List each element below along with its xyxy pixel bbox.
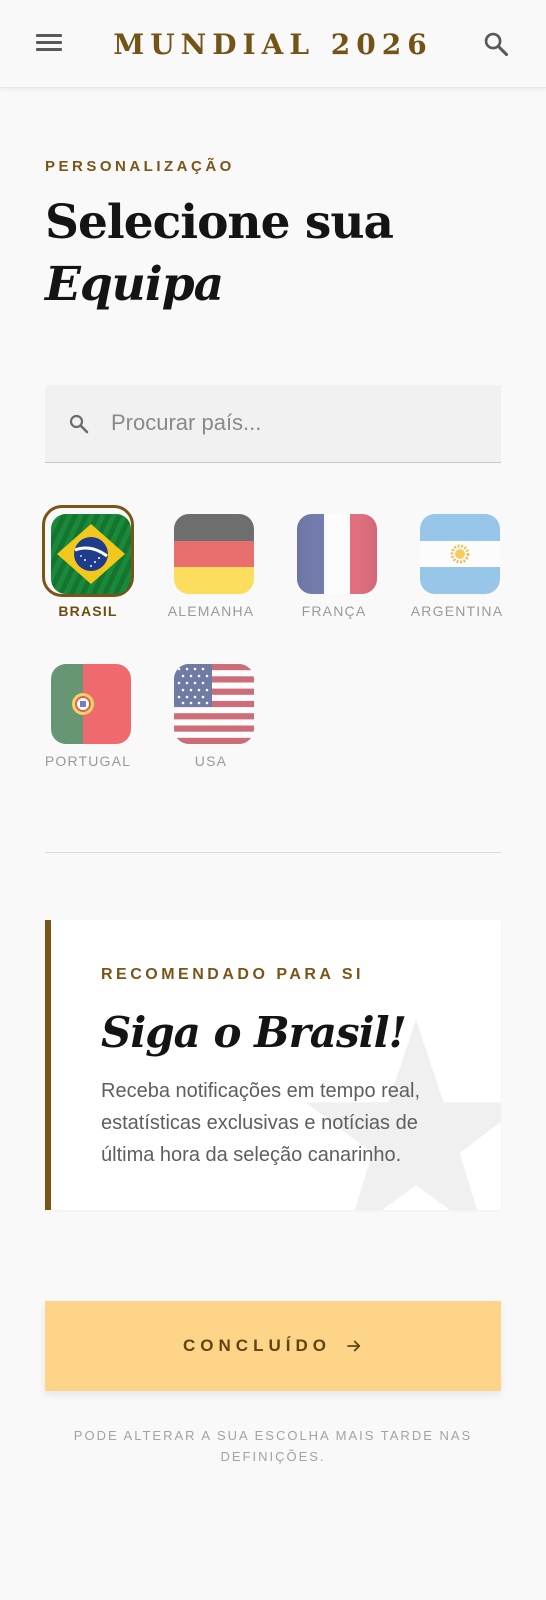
- recommendation-kicker: RECOMENDADO PARA SI: [101, 966, 364, 983]
- team-name: FRANÇA: [301, 603, 367, 619]
- team-flag-frame: [411, 505, 503, 597]
- team-option-franca[interactable]: FRANÇA: [279, 505, 389, 619]
- brazil-flag-icon: [51, 514, 131, 594]
- team-name: BRASIL: [58, 603, 118, 619]
- argentina-flag-icon: [420, 514, 500, 594]
- recommendation-description: Receba notificações em tempo real, estat…: [101, 1080, 421, 1166]
- portugal-flag-icon: [51, 664, 131, 744]
- search-icon[interactable]: [482, 30, 510, 58]
- page-title-line1: Selecione sua: [45, 195, 394, 250]
- country-search: [45, 385, 501, 463]
- france-flag-icon: [297, 514, 377, 594]
- done-button[interactable]: CONCLUÍDO: [45, 1301, 501, 1391]
- team-flag-frame: [288, 505, 380, 597]
- team-option-brasil[interactable]: BRASIL: [33, 505, 143, 619]
- team-flag-frame: [42, 505, 134, 597]
- country-search-input[interactable]: [111, 385, 481, 461]
- page-title-line2: Equipa: [45, 257, 224, 312]
- search-icon: [67, 412, 91, 436]
- usa-flag-icon: [174, 664, 254, 744]
- germany-flag-icon: [174, 514, 254, 594]
- team-option-alemanha[interactable]: ALEMANHA: [156, 505, 266, 619]
- team-name: ARGENTINA: [410, 603, 504, 619]
- section-divider: [45, 852, 501, 853]
- team-option-argentina[interactable]: ARGENTINA: [402, 505, 512, 619]
- team-name: USA: [194, 753, 228, 769]
- done-button-label: CONCLUÍDO: [183, 1336, 331, 1355]
- team-flag-frame: [42, 655, 134, 747]
- footnote: PODE ALTERAR A SUA ESCOLHA MAIS TARDE NA…: [73, 1428, 473, 1464]
- team-name: ALEMANHA: [167, 603, 255, 619]
- section-eyebrow: PERSONALIZAÇÃO: [45, 158, 235, 175]
- app-header: MUNDIAL 2026: [0, 0, 546, 88]
- recommendation-card: RECOMENDADO PARA SI Siga o Brasil! Receb…: [45, 920, 501, 1210]
- recommendation-title: Siga o Brasil!: [101, 1008, 407, 1057]
- team-flag-frame: [165, 655, 257, 747]
- team-option-usa[interactable]: USA: [156, 655, 266, 769]
- arrow-right-icon: [347, 1340, 361, 1352]
- team-option-portugal[interactable]: PORTUGAL: [33, 655, 143, 769]
- team-name: PORTUGAL: [44, 753, 132, 769]
- app-title: MUNDIAL 2026: [113, 28, 433, 61]
- team-flag-frame: [165, 505, 257, 597]
- page-title: Selecione sua Equipa: [45, 192, 394, 316]
